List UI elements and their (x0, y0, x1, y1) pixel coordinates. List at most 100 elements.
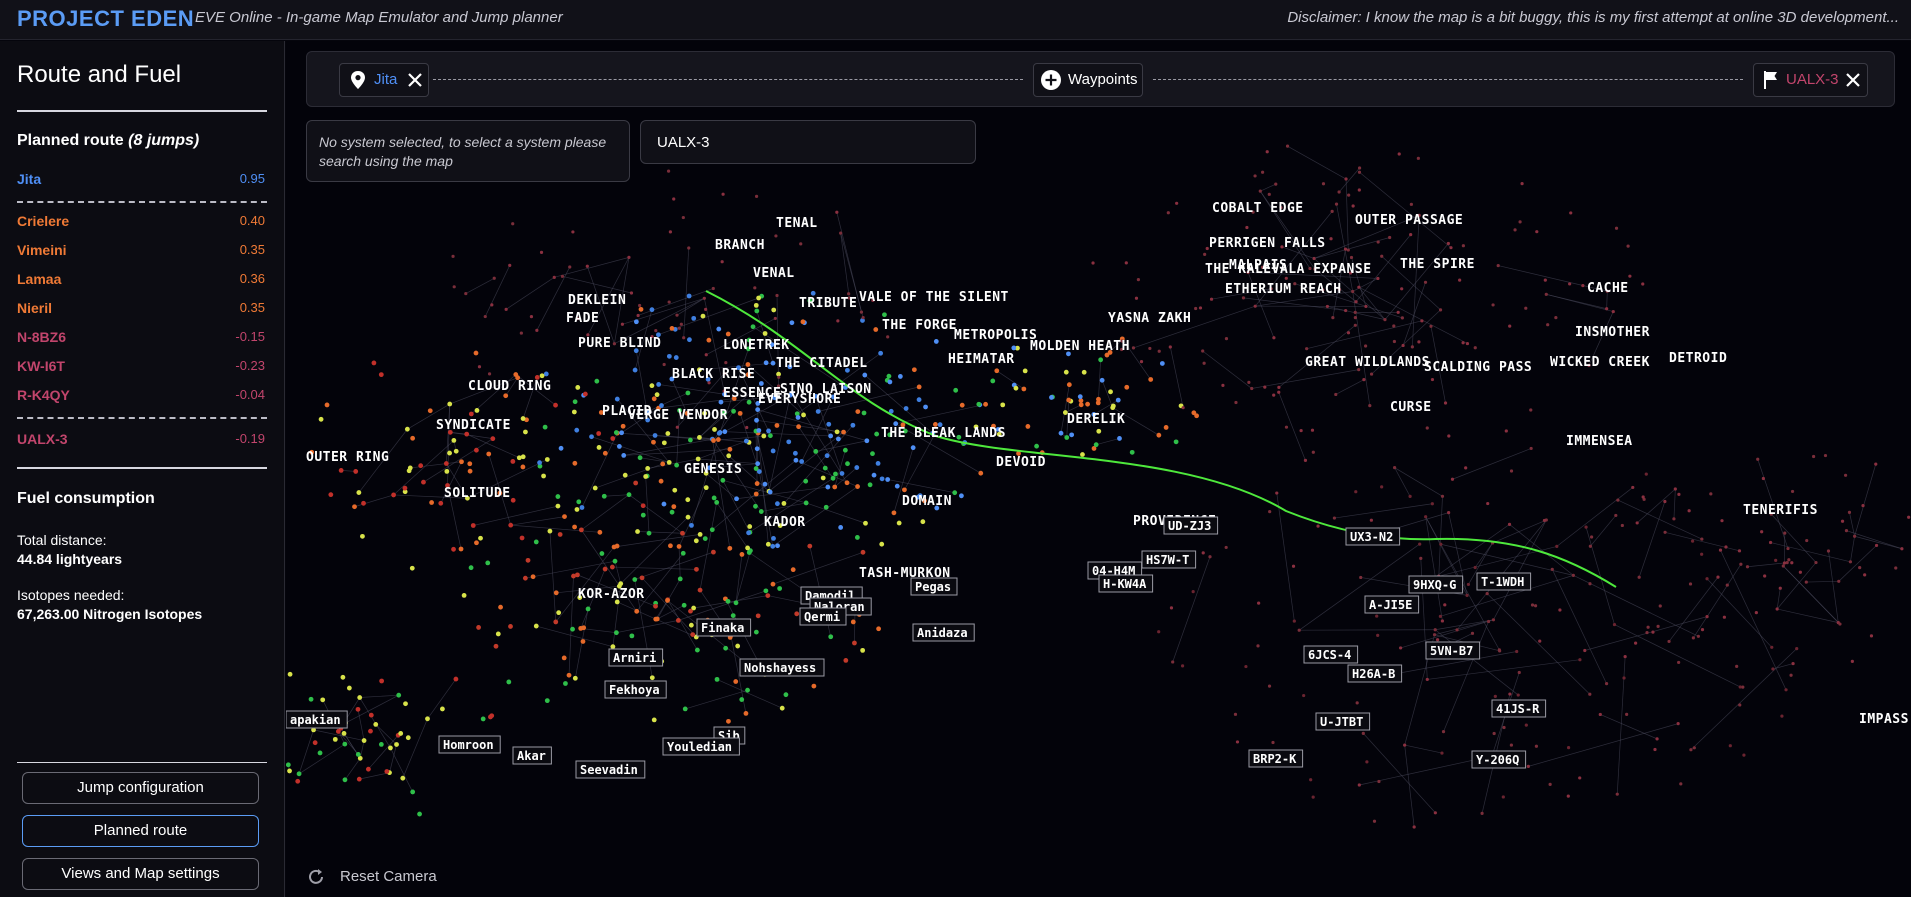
system-label[interactable]: Youledian (662, 737, 740, 756)
region-label[interactable]: GREAT WILDLANDS (1305, 355, 1430, 370)
route-stop-security: 0.35 (239, 242, 265, 257)
system-label[interactable]: H26A-B (1347, 664, 1403, 683)
planned-route-button[interactable]: Planned route (22, 815, 259, 847)
destination-chip[interactable]: UALX-3 (1753, 63, 1868, 97)
region-label[interactable]: HEIMATAR (948, 352, 1015, 367)
region-label[interactable]: THE FORGE (882, 318, 957, 333)
route-stop[interactable]: UALX-3 -0.19 (17, 431, 265, 451)
route-stop-security: 0.40 (239, 213, 265, 228)
region-label[interactable]: CACHE (1587, 281, 1629, 296)
route-stop-name: Jita (17, 171, 42, 187)
region-label[interactable]: FADE (566, 311, 599, 326)
route-stop[interactable]: Vimeini 0.35 (17, 242, 265, 262)
region-label[interactable]: KOR-AZOR (578, 587, 645, 602)
system-label[interactable]: H-KW4A (1098, 574, 1154, 593)
system-label[interactable]: BRP2-K (1248, 749, 1304, 768)
region-label[interactable]: THE CITADEL (776, 356, 868, 371)
jump-configuration-button[interactable]: Jump configuration (22, 772, 259, 804)
region-label[interactable]: CURSE (1390, 400, 1432, 415)
region-label[interactable]: DEKLEIN (568, 293, 626, 308)
views-map-settings-button[interactable]: Views and Map settings (22, 858, 259, 890)
waypoints-chip[interactable]: Waypoints (1033, 63, 1143, 97)
region-label[interactable]: CLOUD RING (468, 379, 551, 394)
region-label[interactable]: SYNDICATE (436, 418, 511, 433)
system-label[interactable]: Seevadin (575, 760, 646, 779)
system-label[interactable]: UX3-N2 (1345, 527, 1401, 546)
system-label[interactable]: Homroon (438, 735, 501, 754)
system-label[interactable]: Pegas (910, 577, 958, 596)
region-label[interactable]: INSMOTHER (1575, 325, 1650, 340)
region-label[interactable]: YASNA ZAKH (1108, 311, 1191, 326)
system-label[interactable]: 41JS-R (1491, 699, 1547, 718)
region-label[interactable]: THE KALEVALA EXPANSE (1205, 262, 1372, 277)
system-label[interactable]: 5VN-B7 (1425, 641, 1481, 660)
region-label[interactable]: SCALDING PASS (1424, 360, 1532, 375)
route-stop[interactable]: Jita 0.95 (17, 171, 265, 191)
system-label[interactable]: Arniri (608, 648, 664, 667)
region-label[interactable]: OUTER PASSAGE (1355, 213, 1463, 228)
close-icon[interactable] (407, 72, 423, 88)
region-labels: TENAL BRANCH VENAL DEKLEIN FADE TRIBUTE VALE O… (306, 201, 1909, 727)
region-label[interactable]: PERRIGEN FALLS (1209, 236, 1326, 251)
system-label[interactable]: Y-206Q (1471, 750, 1527, 769)
region-label[interactable]: THE BLEAK LANDS (881, 426, 1006, 441)
route-stop[interactable]: R-K4QY -0.04 (17, 387, 265, 407)
system-label[interactable]: apakian (286, 710, 348, 729)
system-label[interactable]: Anidaza (912, 623, 975, 642)
location-pin-icon (351, 71, 365, 89)
route-stop[interactable]: KW-I6T -0.23 (17, 358, 265, 378)
region-label[interactable]: SOLITUDE (444, 486, 511, 501)
route-stop[interactable]: Lamaa 0.36 (17, 271, 265, 291)
system-label[interactable]: UD-ZJ3 (1163, 516, 1219, 535)
region-label[interactable]: TENERIFIS (1743, 503, 1818, 518)
region-label[interactable]: METROPOLIS (954, 328, 1037, 343)
region-label[interactable]: LONETREK (723, 338, 790, 353)
app-brand[interactable]: PROJECT EDEN (17, 6, 194, 32)
route-stop-name: KW-I6T (17, 358, 65, 374)
route-stop[interactable]: N-8BZ6 -0.15 (17, 329, 265, 349)
route-stop[interactable]: Nieril 0.35 (17, 300, 265, 320)
region-label[interactable]: DERELIK (1067, 412, 1125, 427)
region-label[interactable]: ETHERIUM REACH (1225, 282, 1342, 297)
system-label[interactable]: Nohshayess (739, 658, 825, 677)
system-label[interactable]: 9HXQ-G (1408, 575, 1464, 594)
region-label[interactable]: COBALT EDGE (1212, 201, 1304, 216)
system-label[interactable]: Qermi (799, 607, 847, 626)
region-label[interactable]: TENAL (776, 216, 818, 231)
region-label[interactable]: VERGE VENDOR (628, 408, 728, 423)
region-label[interactable]: EVERYSHORE (758, 392, 841, 407)
region-label[interactable]: WICKED CREEK (1550, 355, 1650, 370)
system-label[interactable]: HS7W-T (1141, 550, 1197, 569)
region-label[interactable]: DEVOID (996, 455, 1046, 470)
system-label[interactable]: A-JI5E (1364, 595, 1420, 614)
region-label[interactable]: DETROID (1669, 351, 1727, 366)
close-icon[interactable] (1845, 72, 1861, 88)
system-search-input[interactable] (640, 120, 976, 164)
system-label[interactable]: Finaka (696, 618, 752, 637)
system-label[interactable]: U-JTBT (1315, 712, 1371, 731)
region-label[interactable]: KADOR (764, 515, 806, 530)
region-label[interactable]: MOLDEN HEATH (1030, 339, 1130, 354)
route-stop-name: N-8BZ6 (17, 329, 67, 345)
origin-chip[interactable]: Jita (339, 63, 429, 97)
region-label[interactable]: BRANCH (715, 238, 765, 253)
divider (17, 467, 267, 469)
system-label[interactable]: Akar (512, 746, 552, 765)
region-label[interactable]: TRIBUTE (799, 296, 857, 311)
region-label[interactable]: BLACK RISE (672, 367, 755, 382)
route-stop[interactable]: Crielere 0.40 (17, 213, 265, 233)
star-map[interactable]: TENAL BRANCH VENAL DEKLEIN FADE TRIBUTE VALE O… (286, 41, 1911, 897)
region-label[interactable]: THE SPIRE (1400, 257, 1475, 272)
system-label[interactable]: T-1WDH (1476, 572, 1532, 591)
region-label[interactable]: VALE OF THE SILENT (859, 290, 1009, 305)
region-label[interactable]: PURE BLIND (578, 336, 661, 351)
region-label[interactable]: GENESIS (684, 462, 742, 477)
region-label[interactable]: OUTER RING (306, 450, 389, 465)
region-label[interactable]: IMMENSEA (1566, 434, 1633, 449)
region-label[interactable]: VENAL (753, 266, 795, 281)
system-label[interactable]: 6JCS-4 (1303, 645, 1359, 664)
region-label[interactable]: IMPASS (1859, 712, 1909, 727)
region-label[interactable]: DOMAIN (902, 494, 952, 509)
system-name: Y-206Q (1476, 753, 1519, 767)
system-label[interactable]: Fekhoya (604, 680, 667, 699)
